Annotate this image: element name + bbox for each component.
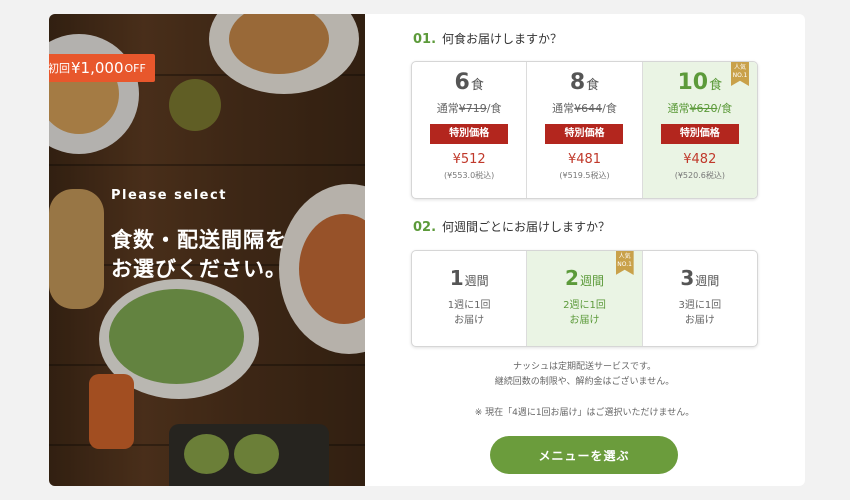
please-select-label: Please select [111,188,227,203]
delivery-interval-question: 02. 何週間ごとにお届けしますか？ [413,218,610,235]
regular-label: 通常 [436,102,459,115]
tax-included-price: (¥520.6税込) [674,171,725,180]
week-count-unit: 週間 [464,274,489,288]
meal-count-value: 10 [677,70,709,95]
meal-count-unit: 食 [470,78,484,93]
hero-headline: 食数・配送間隔を お選びください。 [111,226,287,284]
first-time-discount-badge: 初回 ¥1,000 OFF [49,54,155,82]
plan-selection-card: 初回 ¥1,000 OFF Please select 食数・配送間隔を お選び… [49,14,805,486]
interval-description: 1週に1回 お届け [447,300,491,326]
special-price-badge: 特別価格 [430,124,509,144]
week-count-value: 3 [680,266,695,290]
subscription-note-line-1: ナッシュは定期配送サービスです。 [512,362,657,372]
regular-label: 通常 [552,102,575,115]
question-text: 何週間ごとにお届けしますか？ [442,220,611,234]
choose-menu-button[interactable]: メニューを選ぶ [490,436,678,474]
week-count-value: 1 [449,266,464,290]
headline-line-1: 食数・配送間隔を [111,228,287,252]
regular-price: ¥644 [574,102,603,115]
delivery-interval-options: 1週間 1週に1回 お届け 人気 NO.1 2週間 2週に1回 お届け 3週間 … [411,250,758,347]
meal-option-10[interactable]: 人気 NO.1 10食 通常¥620/食 特別価格 ¥482 (¥520.6税込… [642,62,757,198]
meal-count-unit: 食 [709,78,723,93]
interval-availability-note: ※ 現在「4週に1回お届け」はご選択いただけません。 [474,408,695,418]
regular-price: ¥620 [689,102,718,115]
week-count-unit: 週間 [579,274,604,288]
headline-line-2: お選びください。 [111,257,287,281]
question-number: 01. [413,32,437,47]
special-price-badge: 特別価格 [660,124,739,144]
special-price: ¥482 [683,152,717,167]
interval-description: 2週に1回 お届け [563,300,606,326]
week-count-unit: 週間 [695,274,720,288]
meal-count-value: 6 [454,70,470,95]
special-price: ¥481 [567,152,602,167]
regular-unit: /食 [602,102,617,115]
regular-price: ¥719 [458,102,487,115]
special-price-badge: 特別価格 [545,124,624,144]
tax-included-price: (¥519.5税込) [559,171,610,180]
special-price: ¥512 [452,152,486,167]
question-number: 02. [413,220,437,235]
meal-count-unit: 食 [586,78,600,93]
week-count-value: 2 [565,266,579,290]
regular-unit: /食 [717,102,733,115]
subscription-note-line-2: 継続回数の制限や、解約金はございません。 [494,377,675,387]
discount-amount: ¥1,000 [71,59,124,77]
discount-prefix: 初回 [49,62,70,75]
interval-option-2-weeks[interactable]: 人気 NO.1 2週間 2週に1回 お届け [527,251,643,346]
question-text: 何食お届けしますか？ [442,32,563,46]
regular-label: 通常 [667,102,690,115]
tax-included-price: (¥553.0税込) [444,171,495,180]
meal-option-8[interactable]: 8食 通常¥644/食 特別価格 ¥481 (¥519.5税込) [527,62,643,198]
interval-description: 3週に1回 お届け [678,300,722,326]
interval-option-1-week[interactable]: 1週間 1週に1回 お届け [412,251,528,346]
meal-count-question: 01. 何食お届けしますか？ [413,30,562,47]
food-photo: 初回 ¥1,000 OFF Please select 食数・配送間隔を お選び… [49,14,365,486]
meal-option-6[interactable]: 6食 通常¥719/食 特別価格 ¥512 (¥553.0税込) [412,62,528,198]
meal-count-value: 8 [569,70,586,95]
regular-unit: /食 [486,102,502,115]
interval-option-3-weeks[interactable]: 3週間 3週に1回 お届け [643,251,757,346]
discount-suffix: OFF [124,61,146,75]
meal-count-options: 6食 通常¥719/食 特別価格 ¥512 (¥553.0税込) 8食 通常¥6… [411,61,758,199]
